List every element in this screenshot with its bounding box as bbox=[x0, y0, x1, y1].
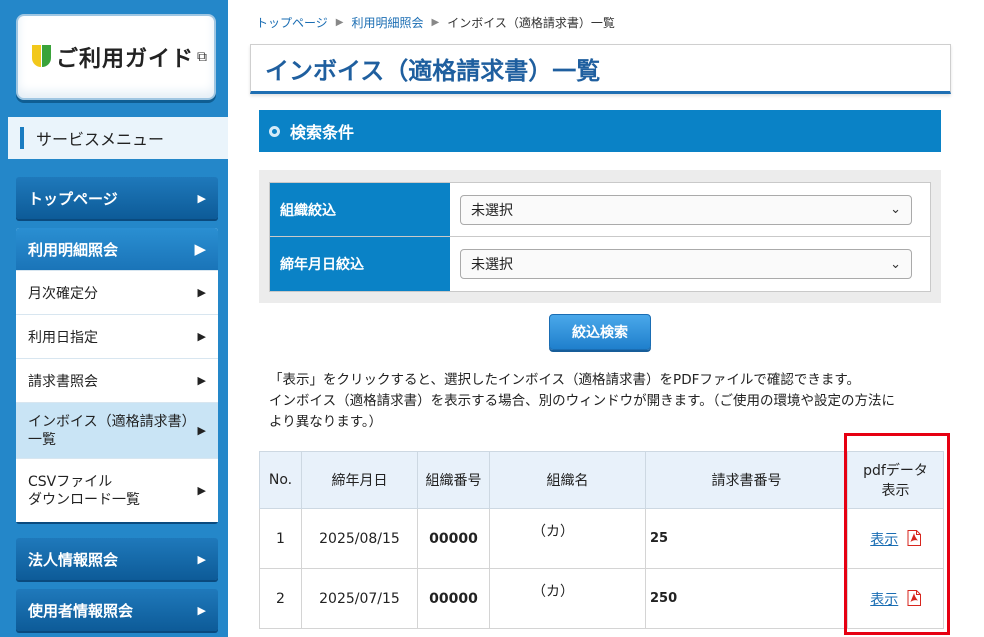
menu-statement[interactable]: 利用明細照会 ▶ bbox=[16, 228, 218, 270]
date-filter-label: 締年月日絞込 bbox=[270, 237, 450, 291]
external-window-icon: ⧉ bbox=[197, 49, 208, 65]
date-filter-select[interactable]: 未選択 ⌄ bbox=[460, 249, 912, 279]
chevron-right-icon: ▶ bbox=[197, 286, 206, 299]
cell-org-code: 00000 bbox=[417, 508, 490, 569]
cell-no: 2 bbox=[259, 568, 302, 629]
cell-no: 1 bbox=[259, 508, 302, 569]
menu-csv-line2: ダウンロード一覧 bbox=[28, 491, 140, 508]
notice-line-1: 「表示」をクリックすると、選択したインボイス（適格請求書）をPDFファイルで確認… bbox=[269, 372, 861, 388]
breadcrumb: トップページ ▶ 利用明細照会 ▶ インボイス（適格請求書）一覧 bbox=[256, 14, 615, 31]
menu-invoice-line2: 一覧 bbox=[28, 431, 56, 448]
menu-by-date[interactable]: 利用日指定 ▶ bbox=[16, 314, 218, 358]
breadcrumb-current: インボイス（適格請求書）一覧 bbox=[447, 16, 615, 30]
breadcrumb-parent[interactable]: 利用明細照会 bbox=[351, 14, 423, 31]
user-guide-button[interactable]: ご利用ガイド ⧉ bbox=[16, 14, 216, 100]
menu-statement-label: 利用明細照会 bbox=[28, 240, 119, 259]
service-menu-header: サービスメニュー bbox=[8, 117, 228, 159]
date-filter-value: 未選択 bbox=[471, 257, 513, 273]
menu-monthly-label: 月次確定分 bbox=[28, 285, 98, 302]
chevron-right-icon: ▶ bbox=[197, 330, 206, 343]
chevron-right-icon: ▶ bbox=[197, 552, 206, 566]
notice-text: 「表示」をクリックすると、選択したインボイス（適格請求書）をPDFファイルで確認… bbox=[269, 370, 939, 433]
cell-invoice-number: 250 bbox=[645, 568, 848, 629]
beginner-leaf-icon bbox=[32, 45, 52, 69]
menu-invoice-line1: インボイス（適格請求書） bbox=[28, 413, 196, 430]
cell-org-code: 00000 bbox=[417, 568, 490, 629]
search-conditions-title: 検索条件 bbox=[290, 123, 355, 142]
cell-org-name: （カ） bbox=[489, 568, 646, 629]
table-row: 1 2025/08/15 00000 （カ） 25 表示 bbox=[259, 508, 944, 569]
menu-csv-download[interactable]: CSVファイル ダウンロード一覧 ▶ bbox=[16, 458, 218, 522]
invoice-table: No. 締年月日 組織番号 組織名 請求書番号 pdfデータ 表示 1 2025… bbox=[259, 451, 944, 629]
menu-corp-info[interactable]: 法人情報照会 ▶ bbox=[16, 538, 218, 580]
menu-user-info-label: 使用者情報照会 bbox=[28, 601, 134, 620]
menu-statement-group: 利用明細照会 ▶ 月次確定分 ▶ 利用日指定 ▶ 請求書照会 ▶ インボイス（適… bbox=[16, 228, 218, 522]
chevron-right-icon: ▶ bbox=[197, 374, 206, 387]
cell-date: 2025/07/15 bbox=[301, 568, 418, 629]
org-filter-value: 未選択 bbox=[471, 202, 513, 219]
chevron-right-icon: ▶ bbox=[194, 240, 206, 258]
menu-invoice-list-label: インボイス（適格請求書） 一覧 bbox=[28, 413, 196, 449]
user-guide-label: ご利用ガイド bbox=[56, 47, 195, 72]
menu-csv-line1: CSVファイル bbox=[28, 473, 113, 490]
cell-invoice-number: 25 bbox=[645, 508, 848, 569]
col-invoice-number: 請求書番号 bbox=[645, 451, 848, 509]
filter-row-date: 締年月日絞込 未選択 ⌄ bbox=[269, 237, 931, 292]
table-header-row: No. 締年月日 組織番号 組織名 請求書番号 pdfデータ 表示 bbox=[259, 451, 944, 509]
notice-line-2: インボイス（適格請求書）を表示する場合、別のウィンドウが開きます。（ご使用の環境… bbox=[269, 393, 895, 409]
page-title: インボイス（適格請求書）一覧 bbox=[250, 44, 951, 94]
col-org-code: 組織番号 bbox=[417, 451, 490, 509]
menu-csv-download-label: CSVファイル ダウンロード一覧 bbox=[28, 473, 140, 509]
notice-line-3: より異なります。） bbox=[269, 414, 383, 430]
menu-by-date-label: 利用日指定 bbox=[28, 329, 98, 346]
col-org-name: 組織名 bbox=[489, 451, 646, 509]
menu-user-info[interactable]: 使用者情報照会 ▶ bbox=[16, 589, 218, 631]
chevron-right-icon: ▶ bbox=[197, 483, 206, 497]
chevron-right-icon: ▶ bbox=[197, 423, 206, 437]
pdf-column-highlight-frame bbox=[844, 433, 950, 635]
chevron-down-icon: ⌄ bbox=[890, 256, 901, 272]
menu-top-page-label: トップページ bbox=[28, 189, 118, 208]
breadcrumb-separator-icon: ▶ bbox=[431, 17, 440, 28]
date-filter-field: 未選択 ⌄ bbox=[450, 237, 930, 291]
breadcrumb-separator-icon: ▶ bbox=[335, 17, 344, 28]
filter-panel: 組織絞込 未選択 ⌄ 締年月日絞込 未選択 ⌄ bbox=[259, 170, 941, 303]
table-row: 2 2025/07/15 00000 （カ） 250 表示 bbox=[259, 568, 944, 629]
menu-bill-label: 請求書照会 bbox=[28, 373, 98, 390]
service-menu-bar bbox=[20, 127, 24, 149]
filter-search-button[interactable]: 絞込検索 bbox=[549, 314, 651, 350]
circle-bullet-icon bbox=[269, 125, 280, 137]
service-menu-label: サービスメニュー bbox=[36, 130, 165, 149]
col-date: 締年月日 bbox=[301, 451, 418, 509]
org-filter-field: 未選択 ⌄ bbox=[450, 183, 930, 236]
org-filter-label: 組織絞込 bbox=[270, 183, 450, 236]
menu-corp-info-label: 法人情報照会 bbox=[28, 550, 119, 569]
org-filter-select[interactable]: 未選択 ⌄ bbox=[460, 194, 912, 225]
breadcrumb-home[interactable]: トップページ bbox=[256, 14, 328, 31]
cell-date: 2025/08/15 bbox=[301, 508, 418, 569]
menu-bill[interactable]: 請求書照会 ▶ bbox=[16, 358, 218, 402]
menu-invoice-list[interactable]: インボイス（適格請求書） 一覧 ▶ bbox=[16, 402, 218, 458]
sidebar: ご利用ガイド ⧉ サービスメニュー トップページ ▶ 利用明細照会 ▶ 月次確定… bbox=[0, 0, 228, 637]
col-no: No. bbox=[259, 451, 302, 509]
cell-org-name: （カ） bbox=[489, 508, 646, 569]
search-conditions-header: 検索条件 bbox=[259, 110, 941, 152]
menu-top-page[interactable]: トップページ ▶ bbox=[16, 177, 218, 219]
chevron-right-icon: ▶ bbox=[197, 191, 206, 205]
menu-monthly[interactable]: 月次確定分 ▶ bbox=[16, 270, 218, 314]
chevron-down-icon: ⌄ bbox=[890, 202, 901, 217]
filter-row-org: 組織絞込 未選択 ⌄ bbox=[269, 182, 931, 237]
chevron-right-icon: ▶ bbox=[197, 603, 206, 617]
